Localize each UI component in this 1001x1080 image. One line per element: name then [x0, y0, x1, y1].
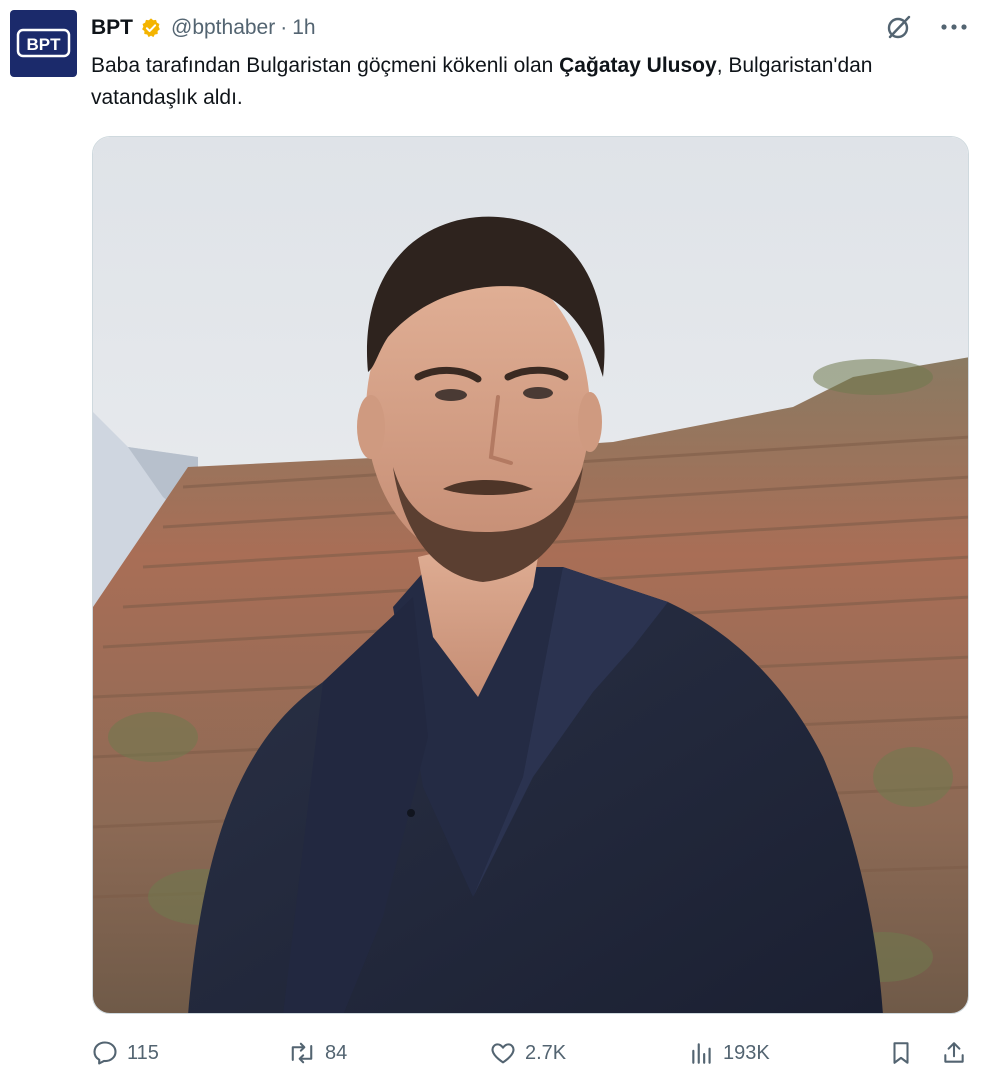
bpt-logo: BPT [16, 28, 71, 58]
bookmark-button[interactable] [888, 1035, 914, 1071]
account-handle[interactable]: @bpthaber [171, 16, 275, 40]
tweet-time[interactable]: 1h [292, 16, 315, 40]
bookmark-icon [893, 1042, 909, 1064]
like-button[interactable]: 2.7K [489, 1035, 566, 1071]
reply-count: 115 [127, 1041, 159, 1064]
more-icon[interactable] [941, 23, 967, 31]
repost-button[interactable]: 84 [287, 1035, 347, 1071]
avatar[interactable]: BPT [10, 10, 77, 77]
svg-text:BPT: BPT [27, 35, 62, 54]
tweet-text-start: Baba tarafından Bulgaristan göçmeni köke… [91, 54, 560, 77]
views-chart-icon [692, 1043, 711, 1064]
portrait-photo [93, 137, 968, 1013]
tweet-header: BPT @bpthaber · 1h [91, 13, 316, 43]
tweet-mention-name[interactable]: Çağatay Ulusoy [559, 54, 717, 77]
tweet-image[interactable] [92, 136, 969, 1014]
account-name[interactable]: BPT [91, 16, 133, 40]
reply-icon [93, 1041, 117, 1065]
verified-badge-icon [140, 17, 162, 39]
separator-dot: · [280, 16, 288, 39]
views-button[interactable]: 193K [689, 1035, 770, 1071]
share-button[interactable] [941, 1035, 967, 1071]
reply-button[interactable]: 115 [91, 1035, 159, 1071]
repost-count: 84 [325, 1041, 348, 1064]
heart-icon [491, 1043, 515, 1064]
view-count: 193K [723, 1041, 770, 1064]
top-actions [885, 13, 967, 41]
tweet-actions: 115 84 2.7K 193K [91, 1035, 971, 1071]
share-icon [944, 1042, 964, 1063]
grok-icon[interactable] [885, 13, 913, 41]
repost-icon [291, 1042, 313, 1064]
like-count: 2.7K [525, 1041, 567, 1064]
tweet-text: Baba tarafından Bulgaristan göçmeni köke… [91, 50, 971, 114]
